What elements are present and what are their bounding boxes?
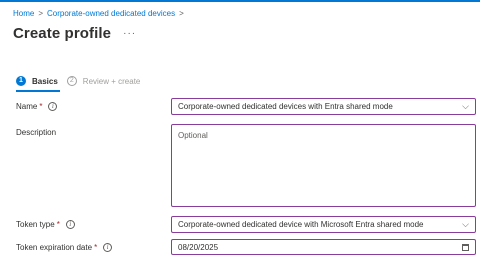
token-expiration-label-row: Token expiration date * i — [16, 243, 113, 252]
tab-review-create-label: Review + create — [82, 76, 141, 86]
chevron-down-icon: ⌵ — [462, 219, 469, 229]
chevron-down-icon: ⌵ — [462, 101, 469, 111]
token-expiration-value: 08/20/2025 — [178, 242, 219, 252]
page-header: Create profile ··· — [13, 25, 136, 42]
description-textarea[interactable]: Optional — [171, 124, 476, 207]
breadcrumb-home-link[interactable]: Home — [13, 9, 34, 18]
description-placeholder: Optional — [178, 131, 208, 140]
info-icon[interactable]: i — [48, 102, 58, 111]
calendar-icon[interactable] — [462, 243, 469, 251]
breadcrumb-separator: > — [179, 9, 184, 18]
name-label: Name — [16, 102, 38, 111]
tab-review-create[interactable]: 2 Review + create — [66, 76, 141, 86]
name-label-row: Name * i — [16, 102, 58, 111]
wizard-tabs: 1 Basics 2 Review + create — [16, 76, 140, 86]
token-expiration-label: Token expiration date — [16, 243, 93, 252]
info-icon[interactable]: i — [65, 220, 75, 229]
token-type-value: Corporate-owned dedicated device with Mi… — [178, 220, 424, 229]
breadcrumb-separator: > — [38, 9, 44, 18]
info-icon[interactable]: i — [103, 243, 113, 252]
token-type-label-row: Token type * i — [16, 220, 75, 229]
description-label: Description — [16, 128, 57, 137]
name-select[interactable]: Corporate-owned dedicated devices with E… — [171, 98, 476, 115]
required-asterisk: * — [39, 102, 43, 111]
required-asterisk: * — [56, 220, 60, 229]
tab-basics-label: Basics — [32, 76, 58, 86]
name-select-value: Corporate-owned dedicated devices with E… — [178, 102, 393, 111]
active-tab-indicator — [16, 90, 60, 92]
page-title: Create profile — [13, 25, 112, 42]
token-type-select[interactable]: Corporate-owned dedicated device with Mi… — [171, 216, 476, 233]
token-expiration-date-input[interactable]: 08/20/2025 — [171, 239, 476, 255]
step-number-badge: 1 — [16, 76, 26, 86]
description-label-row: Description — [16, 128, 56, 137]
ellipsis-icon[interactable]: ··· — [123, 28, 136, 39]
top-accent-line — [0, 0, 480, 2]
step-number-badge: 2 — [66, 76, 77, 86]
breadcrumb: Home > Corporate-owned dedicated devices > — [13, 8, 188, 19]
breadcrumb-devices-link[interactable]: Corporate-owned dedicated devices — [47, 9, 175, 18]
tab-basics[interactable]: 1 Basics — [16, 76, 58, 86]
required-asterisk: * — [94, 243, 98, 252]
token-type-label: Token type — [16, 220, 55, 229]
